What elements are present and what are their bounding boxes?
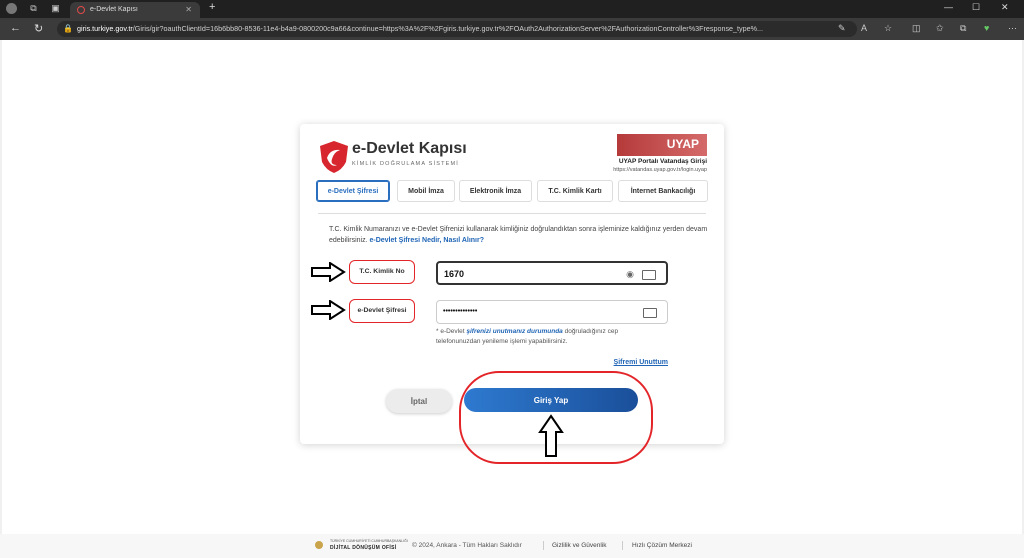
favicon-icon xyxy=(77,6,85,14)
info-link[interactable]: e-Devlet Şifresi Nedir, Nasıl Alınır? xyxy=(369,237,484,244)
workspaces-icon[interactable]: ⧉ xyxy=(28,3,39,14)
footer-copyright: © 2024, Ankara - Tüm Hakları Saklıdır xyxy=(412,542,522,549)
back-icon[interactable]: ← xyxy=(10,22,21,34)
tab-edevlet-sifresi[interactable]: e-Devlet Şifresi xyxy=(316,180,390,202)
maximize-icon[interactable]: ☐ xyxy=(972,2,980,13)
tab-internet-bankaciligi[interactable]: İnternet Bankacılığı xyxy=(618,180,708,202)
tab-elektronik-imza[interactable]: Elektronik İmza xyxy=(459,180,532,202)
lock-icon: 🔒 xyxy=(63,24,73,33)
footer-separator xyxy=(543,541,544,550)
password-input[interactable]: •••••••••••••• xyxy=(436,300,668,324)
help-center-link[interactable]: Hızlı Çözüm Merkezi xyxy=(632,542,692,549)
eye-icon[interactable]: ◉ xyxy=(626,269,634,280)
tc-input[interactable]: 1670 ◉ xyxy=(436,261,668,285)
uyap-title: UYAP Portalı Vatandaş Girişi xyxy=(618,158,707,165)
read-aloud-icon[interactable]: A xyxy=(861,23,867,33)
uyap-url: https://vatandas.uyap.gov.tr/login.uyap xyxy=(613,167,707,173)
collections-icon[interactable]: ⧉ xyxy=(960,23,966,34)
address-bar[interactable]: 🔒 giris.turkiye.gov.tr/Giris/gir?oauthCl… xyxy=(57,21,857,37)
browser-essentials-icon[interactable]: ♥ xyxy=(984,23,989,33)
close-window-icon[interactable]: ✕ xyxy=(1001,2,1009,13)
arrow-right-icon xyxy=(311,262,346,282)
footer: TÜRKİYE CUMHURİYETİ CUMHURBAŞKANLIĞI DİJ… xyxy=(0,534,1024,558)
favorite-icon[interactable]: ☆ xyxy=(884,23,892,34)
browser-tab[interactable]: e-Devlet Kapısı ✕ xyxy=(70,2,200,18)
tc-label: T.C. Kimlik No xyxy=(349,260,415,284)
tc-input-value: 1670 xyxy=(444,269,465,279)
privacy-link[interactable]: Gizlilik ve Güvenlik xyxy=(552,542,607,549)
split-screen-icon[interactable]: ◫ xyxy=(912,23,921,34)
minimize-icon[interactable]: — xyxy=(944,2,953,12)
password-hint: * e-Devlet şifrenizi unutmanız durumunda… xyxy=(436,328,619,345)
cancel-button[interactable]: İptal xyxy=(386,389,452,413)
password-label: e-Devlet Şifresi xyxy=(349,299,415,323)
keyboard-icon[interactable] xyxy=(642,270,656,280)
profile-icon[interactable] xyxy=(6,3,17,14)
favorites-icon[interactable]: ✩ xyxy=(936,23,944,34)
edit-icon[interactable]: ✎ xyxy=(838,23,846,34)
forgot-password-link[interactable]: Şifremi Unuttum xyxy=(614,359,668,366)
brand-title: e-Devlet Kapısı xyxy=(352,140,467,157)
arrow-right-icon xyxy=(311,300,346,320)
annotation-circle xyxy=(459,371,653,464)
password-input-value: •••••••••••••• xyxy=(443,308,478,315)
brand-subtitle: KİMLİK DOĞRULAMA SİSTEMİ xyxy=(352,161,460,167)
new-tab-icon[interactable]: + xyxy=(209,1,215,13)
more-icon[interactable]: ⋯ xyxy=(1008,23,1017,34)
dijital-donusum-logo-icon xyxy=(315,541,323,549)
footer-org-line1: TÜRKİYE CUMHURİYETİ CUMHURBAŞKANLIĞI xyxy=(330,539,408,543)
refresh-icon[interactable]: ↻ xyxy=(34,22,43,35)
url-text: giris.turkiye.gov.tr/Giris/gir?oauthClie… xyxy=(77,24,763,33)
browser-tab-bar: ⧉ ▣ e-Devlet Kapısı ✕ + — ☐ ✕ xyxy=(0,0,1024,18)
footer-separator xyxy=(622,541,623,550)
edevlet-logo-icon xyxy=(320,141,348,173)
close-tab-icon[interactable]: ✕ xyxy=(185,2,192,18)
tab-mobil-imza[interactable]: Mobil İmza xyxy=(397,180,455,202)
uyap-logo: UYAP xyxy=(617,134,707,156)
tab-title: e-Devlet Kapısı xyxy=(90,6,138,13)
tab-actions-icon[interactable]: ▣ xyxy=(50,3,61,14)
browser-toolbar: ← ↻ 🔒 giris.turkiye.gov.tr/Giris/gir?oau… xyxy=(0,18,1024,40)
keyboard-icon[interactable] xyxy=(643,308,657,318)
footer-org-line2: DİJİTAL DÖNÜŞÜM OFİSİ xyxy=(330,545,397,551)
divider xyxy=(318,213,706,214)
tab-tc-kimlik-karti[interactable]: T.C. Kimlik Kartı xyxy=(537,180,613,202)
info-text: T.C. Kimlik Numaranızı ve e-Devlet Şifre… xyxy=(329,226,708,244)
